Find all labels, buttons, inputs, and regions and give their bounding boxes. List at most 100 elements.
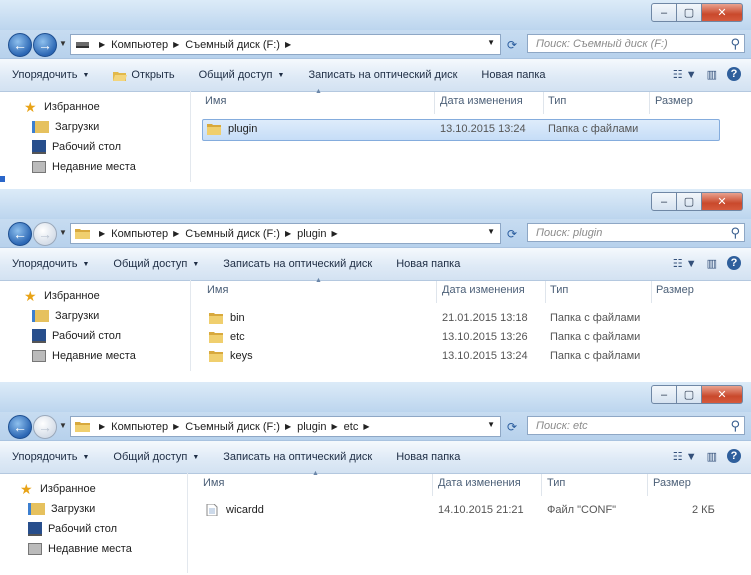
nav-favorites[interactable]: ★ Избранное	[24, 286, 190, 306]
file-row[interactable]: wicardd	[205, 500, 264, 520]
help-icon[interactable]: ?	[727, 256, 741, 270]
forward-button[interactable]: →	[33, 222, 57, 246]
nav-downloads[interactable]: Загрузки	[20, 499, 186, 519]
file-row[interactable]: bin	[209, 308, 245, 328]
column-separator[interactable]	[649, 92, 650, 114]
file-row[interactable]: etc	[209, 327, 245, 347]
search-input[interactable]: Поиск: etc ⚲	[527, 416, 745, 435]
nav-recent-places[interactable]: Недавние места	[20, 539, 186, 559]
share-button[interactable]: Общий доступ ▼	[101, 451, 211, 463]
nav-desktop[interactable]: Рабочий стол	[24, 326, 190, 346]
help-icon[interactable]: ?	[727, 67, 741, 81]
close-button[interactable]: ✕	[702, 3, 743, 22]
column-separator[interactable]	[432, 474, 433, 496]
address-bar[interactable]: ▶ Компьютер ▶ Съемный диск (F:) ▶ ▼	[70, 34, 501, 55]
address-dropdown[interactable]: ▼	[487, 227, 495, 236]
file-row[interactable]: keys	[209, 346, 253, 366]
maximize-button[interactable]: ▢	[677, 192, 702, 211]
breadcrumb-drive[interactable]: Съемный диск (F:) ▶	[185, 228, 297, 240]
nav-favorites[interactable]: ★ Избранное	[24, 97, 190, 117]
back-button[interactable]: ←	[8, 222, 32, 246]
nav-downloads[interactable]: Загрузки	[24, 117, 190, 137]
maximize-button[interactable]: ▢	[677, 385, 702, 404]
column-header-size[interactable]: Размер	[653, 477, 691, 497]
column-header-name[interactable]: Имя	[207, 284, 228, 304]
new-folder-button[interactable]: Новая папка	[384, 451, 472, 463]
address-dropdown[interactable]: ▼	[487, 420, 495, 429]
new-folder-button[interactable]: Новая папка	[469, 69, 557, 81]
forward-button[interactable]: →	[33, 33, 57, 57]
maximize-button[interactable]: ▢	[677, 3, 702, 22]
burn-button[interactable]: Записать на оптический диск	[296, 69, 469, 81]
column-separator[interactable]	[541, 474, 542, 496]
column-separator[interactable]	[651, 281, 652, 303]
preview-pane-icon[interactable]: ▥	[707, 68, 717, 81]
nav-desktop[interactable]: Рабочий стол	[24, 137, 190, 157]
address-dropdown[interactable]: ▼	[487, 38, 495, 47]
minimize-button[interactable]: ‒	[651, 192, 677, 211]
column-header-size[interactable]: Размер	[656, 284, 694, 304]
burn-button[interactable]: Записать на оптический диск	[211, 258, 384, 270]
column-header-name[interactable]: Имя	[203, 477, 224, 497]
breadcrumb-drive[interactable]: Съемный диск (F:) ▶	[185, 421, 297, 433]
breadcrumb-computer[interactable]: Компьютер ▶	[111, 39, 185, 51]
forward-button[interactable]: →	[33, 415, 57, 439]
column-header-type[interactable]: Тип	[547, 477, 565, 497]
column-header-name[interactable]: Имя	[205, 95, 226, 115]
minimize-button[interactable]: ‒	[651, 385, 677, 404]
recent-pages-dropdown[interactable]: ▼	[59, 421, 67, 430]
refresh-icon[interactable]: ⟳	[505, 38, 519, 52]
back-button[interactable]: ←	[8, 33, 32, 57]
share-button[interactable]: Общий доступ ▼	[187, 69, 297, 81]
column-separator[interactable]	[545, 281, 546, 303]
column-header-type[interactable]: Тип	[548, 95, 566, 115]
close-button[interactable]: ✕	[702, 385, 743, 404]
refresh-icon[interactable]: ⟳	[505, 227, 519, 241]
minimize-button[interactable]: ‒	[651, 3, 677, 22]
refresh-icon[interactable]: ⟳	[505, 420, 519, 434]
search-input[interactable]: Поиск: Съемный диск (F:) ⚲	[527, 34, 745, 53]
recent-pages-dropdown[interactable]: ▼	[59, 228, 67, 237]
close-button[interactable]: ✕	[702, 192, 743, 211]
nav-desktop[interactable]: Рабочий стол	[20, 519, 186, 539]
nav-recent-places[interactable]: Недавние места	[24, 346, 190, 366]
change-view-icon[interactable]: ☷ ▼	[673, 450, 697, 463]
file-row[interactable]: plugin	[207, 119, 257, 139]
burn-button[interactable]: Записать на оптический диск	[211, 451, 384, 463]
folder-icon	[75, 422, 90, 432]
preview-pane-icon[interactable]: ▥	[707, 450, 717, 463]
column-separator[interactable]	[434, 92, 435, 114]
column-separator[interactable]	[436, 281, 437, 303]
column-header-date[interactable]: Дата изменения	[440, 95, 523, 115]
breadcrumb-computer[interactable]: Компьютер ▶	[111, 421, 185, 433]
organize-button[interactable]: Упорядочить ▼	[0, 451, 101, 463]
change-view-icon[interactable]: ☷ ▼	[673, 257, 697, 270]
nav-favorites[interactable]: ★ Избранное	[20, 479, 186, 499]
help-icon[interactable]: ?	[727, 449, 741, 463]
breadcrumb-etc[interactable]: etc ▶	[344, 421, 376, 433]
search-input[interactable]: Поиск: plugin ⚲	[527, 223, 745, 242]
nav-recent-places[interactable]: Недавние места	[24, 157, 190, 177]
organize-button[interactable]: Упорядочить ▼	[0, 69, 101, 81]
recent-pages-dropdown[interactable]: ▼	[59, 39, 67, 48]
breadcrumb-computer[interactable]: Компьютер ▶	[111, 228, 185, 240]
back-button[interactable]: ←	[8, 415, 32, 439]
address-bar[interactable]: ▶ Компьютер ▶ Съемный диск (F:) ▶ plugin ▶ …	[70, 416, 501, 437]
organize-button[interactable]: Упорядочить ▼	[0, 258, 101, 270]
breadcrumb-plugin[interactable]: plugin ▶	[297, 228, 344, 240]
breadcrumb-drive[interactable]: Съемный диск (F:) ▶	[185, 39, 297, 51]
column-separator[interactable]	[647, 474, 648, 496]
new-folder-button[interactable]: Новая папка	[384, 258, 472, 270]
column-header-type[interactable]: Тип	[550, 284, 568, 304]
column-header-size[interactable]: Размер	[655, 95, 693, 115]
share-button[interactable]: Общий доступ ▼	[101, 258, 211, 270]
change-view-icon[interactable]: ☷ ▼	[673, 68, 697, 81]
address-bar[interactable]: ▶ Компьютер ▶ Съемный диск (F:) ▶ plugin ▶ …	[70, 223, 501, 244]
preview-pane-icon[interactable]: ▥	[707, 257, 717, 270]
breadcrumb-plugin[interactable]: plugin ▶	[297, 421, 344, 433]
column-header-date[interactable]: Дата изменения	[442, 284, 525, 304]
column-header-date[interactable]: Дата изменения	[438, 477, 521, 497]
nav-downloads[interactable]: Загрузки	[24, 306, 190, 326]
column-separator[interactable]	[543, 92, 544, 114]
open-button[interactable]: Открыть	[101, 69, 186, 81]
